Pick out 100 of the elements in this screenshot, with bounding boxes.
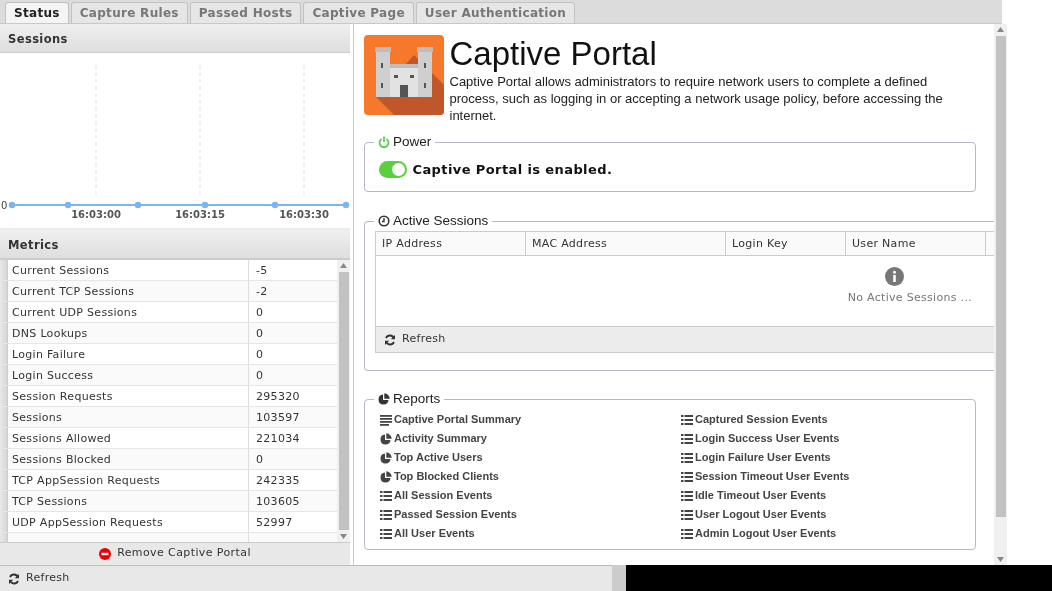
table-cell-text: -5 (255, 263, 269, 279)
power-toggle[interactable] (379, 161, 407, 179)
list-icon (681, 508, 693, 521)
lines-icon (380, 413, 392, 426)
row-header[interactable] (0, 260, 8, 280)
clock-icon (378, 215, 390, 227)
table-cell: UDP AppSession Requests (8, 512, 249, 532)
row-header[interactable] (0, 470, 8, 490)
pie-chart-icon (378, 393, 390, 405)
list-icon (681, 470, 693, 483)
scroll-thumb[interactable] (338, 272, 349, 530)
row-header[interactable] (0, 449, 8, 469)
report-link[interactable]: Captive Portal Summary (380, 411, 681, 428)
row-header[interactable] (0, 512, 8, 532)
pie-chart-icon (380, 451, 392, 464)
tab[interactable]: Capture Rules (70, 2, 188, 23)
empty-message: No Active Sessions ... (847, 290, 972, 306)
table-cell-text: 0 (255, 452, 265, 468)
power-status: Captive Portal is enabled. (412, 161, 613, 179)
tab[interactable]: User Authentication (415, 2, 576, 23)
table-cell: Login Success (8, 365, 249, 385)
report-link[interactable]: User Logout User Events (681, 506, 965, 523)
scroll-up-icon[interactable] (340, 263, 347, 268)
scroll-up-icon[interactable] (997, 27, 1004, 32)
axis-label: 16:03:15 (175, 209, 225, 220)
pie-chart-icon (380, 470, 392, 483)
remove-icon (99, 547, 112, 560)
row-header[interactable] (0, 344, 8, 364)
tab[interactable]: Status (5, 2, 69, 23)
scroll-down-icon[interactable] (997, 557, 1004, 562)
refresh-button[interactable]: Refresh (6, 570, 72, 587)
report-link[interactable]: Session Timeout User Events (681, 468, 965, 485)
table-cell: Current UDP Sessions (8, 302, 249, 322)
table-cell: Sessions Allowed (8, 428, 249, 448)
section-legend: Reports (393, 390, 441, 408)
report-link[interactable]: Login Failure User Events (681, 449, 965, 466)
list-icon (681, 527, 693, 540)
table-cell: Login Failure (8, 344, 249, 364)
remove-button[interactable]: Remove Captive Portal (95, 545, 255, 562)
axis-label: 16:03:30 (279, 209, 329, 220)
scroll-thumb[interactable] (995, 36, 1006, 517)
axis-label: 16:03:00 (71, 209, 121, 220)
report-link[interactable]: Activity Summary (380, 430, 681, 447)
report-link[interactable]: Admin Logout User Events (681, 525, 965, 542)
row-header[interactable] (0, 302, 8, 322)
splitter-handle[interactable] (612, 565, 626, 591)
app-description: Captive Portal allows administrators to require network users to complete a defined process, such as logging in or accepting a network usage policy, before accessing the internet. (449, 73, 944, 124)
report-link[interactable]: All User Events (380, 525, 681, 542)
panel-title: Metrics (0, 230, 350, 259)
row-header[interactable] (0, 407, 8, 427)
report-link[interactable]: All Session Events (380, 487, 681, 504)
table-cell-text: 242335 (255, 473, 301, 489)
report-link[interactable]: Captured Session Events (681, 411, 965, 428)
row-header[interactable] (0, 323, 8, 343)
report-link[interactable]: Login Success User Events (681, 430, 965, 447)
table-cell-text: 103605 (255, 494, 301, 510)
refresh-icon (384, 333, 396, 346)
list-icon (681, 432, 693, 445)
row-header[interactable] (0, 386, 8, 406)
table-cell: Current TCP Sessions (8, 281, 249, 301)
list-icon (681, 413, 693, 426)
row-header[interactable] (0, 491, 8, 511)
column-header: MAC Address (526, 232, 726, 255)
scroll-down-icon[interactable] (340, 534, 347, 539)
app-title: Captive Portal (449, 35, 658, 73)
table-cell: DNS Lookups (8, 323, 249, 343)
list-icon (681, 451, 693, 464)
table-cell-text: 0 (255, 347, 265, 363)
table-cell-text: 0 (255, 305, 265, 321)
tab[interactable]: Passed Hosts (189, 2, 302, 23)
table-cell-text: 221034 (255, 431, 301, 447)
table-cell-text: 0 (255, 326, 265, 342)
report-link[interactable]: Idle Timeout User Events (681, 487, 965, 504)
table-cell: Current Sessions (8, 260, 249, 280)
scrollbar[interactable] (337, 260, 350, 542)
section-legend: Power (393, 133, 432, 151)
power-icon (378, 135, 390, 149)
table-cell: Sessions (8, 407, 249, 427)
table-cell-text: -2 (255, 284, 269, 300)
scrollbar[interactable] (994, 24, 1007, 565)
list-icon (380, 489, 392, 502)
row-header[interactable] (0, 365, 8, 385)
table-cell-text: 0 (255, 368, 265, 384)
info-icon (885, 267, 904, 286)
row-header[interactable] (0, 428, 8, 448)
tab[interactable]: Captive Page (303, 2, 414, 23)
axis-label: 0 (1, 200, 8, 211)
row-header[interactable] (0, 281, 8, 301)
section-legend: Active Sessions (393, 212, 489, 230)
refresh-button[interactable]: Refresh (382, 331, 448, 348)
column-header: Login Key (726, 232, 846, 255)
list-icon (681, 489, 693, 502)
report-link[interactable]: Top Active Users (380, 449, 681, 466)
list-icon (380, 508, 392, 521)
refresh-icon (8, 572, 20, 585)
report-link[interactable]: Passed Session Events (380, 506, 681, 523)
pie-chart-icon (380, 432, 392, 445)
report-link[interactable]: Top Blocked Clients (380, 468, 681, 485)
table-cell: TCP Sessions (8, 491, 249, 511)
panel-title: Sessions (0, 24, 350, 53)
